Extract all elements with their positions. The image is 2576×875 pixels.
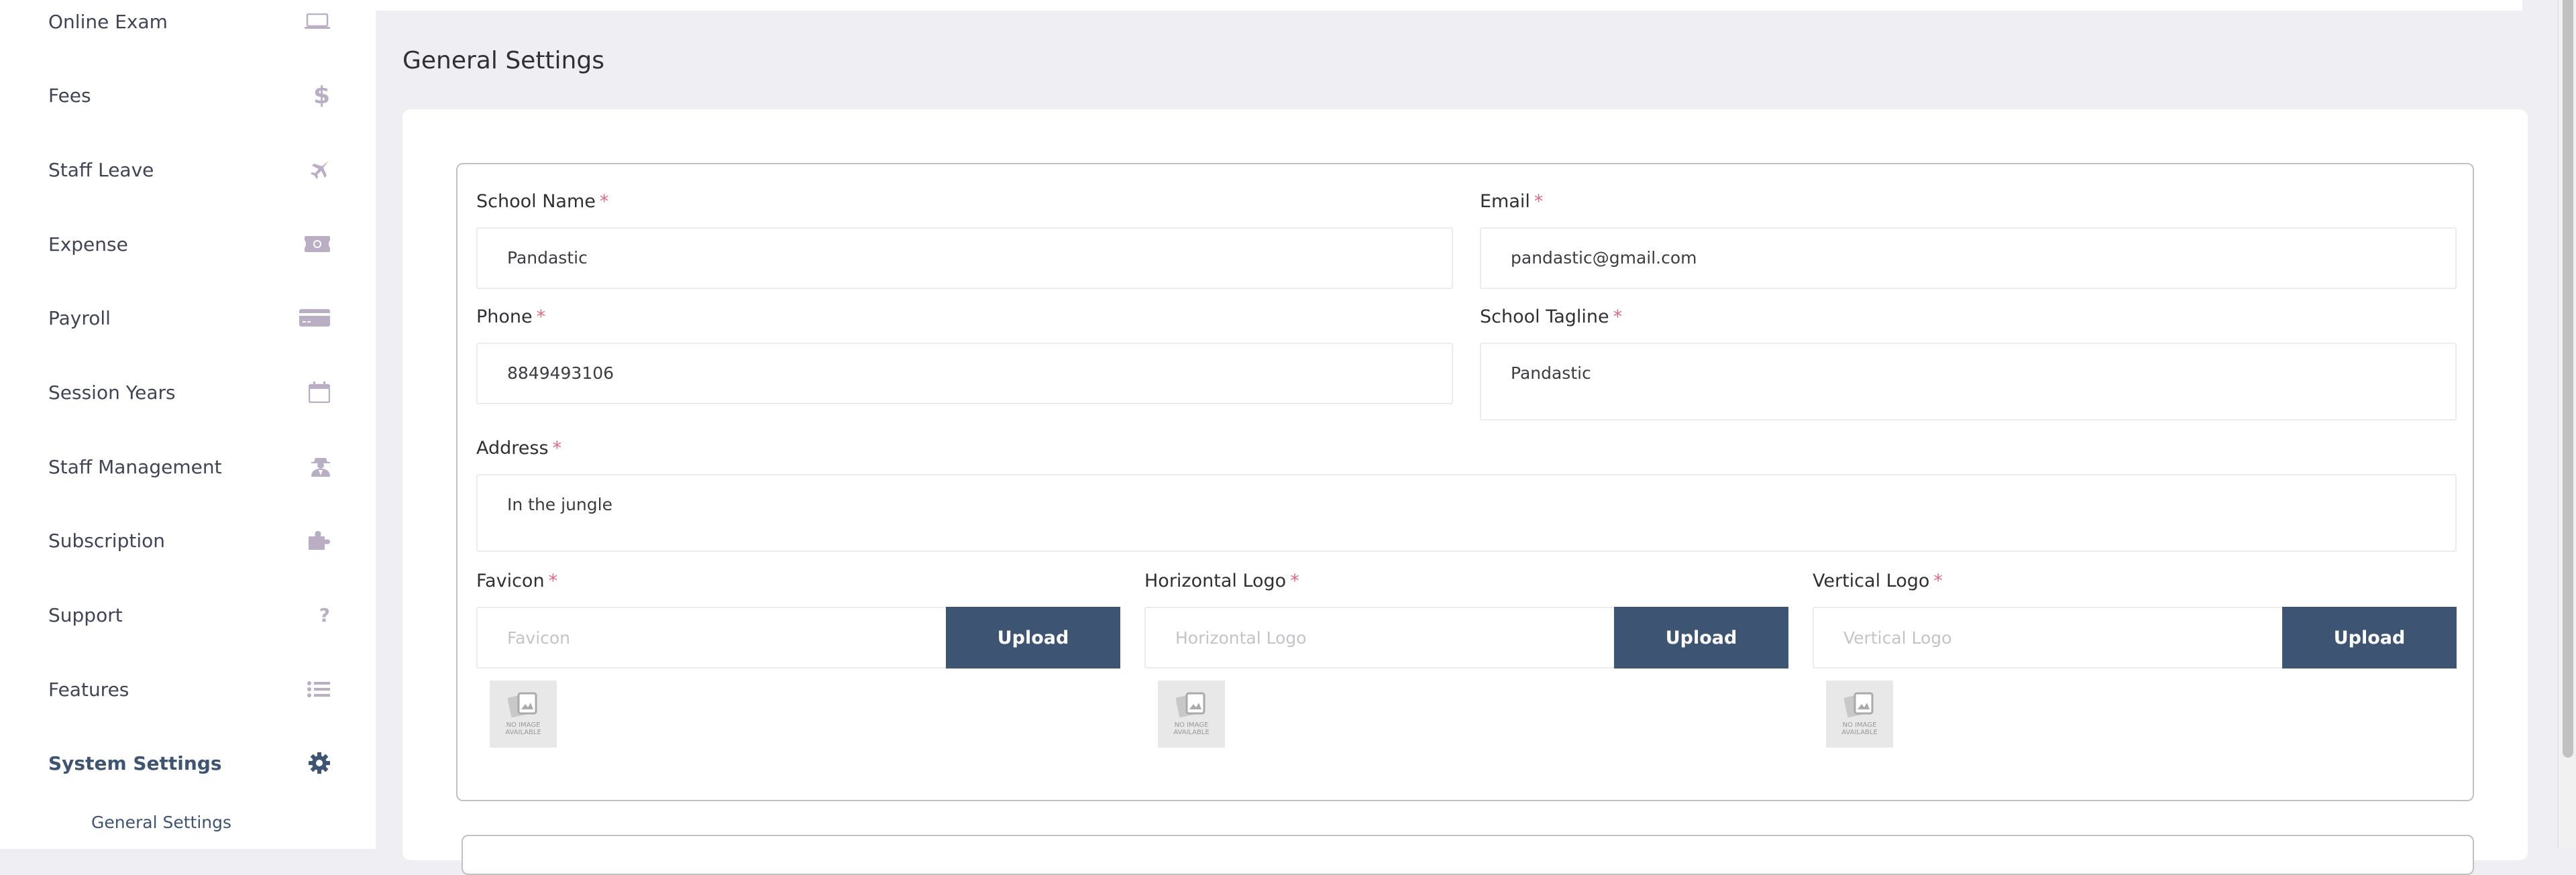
sidebar: Online Exam Fees $ Staff Leave Expense P…: [0, 0, 376, 849]
field-label: School Name *: [476, 191, 609, 212]
sidebar-item-label: Staff Management: [48, 455, 222, 478]
laptop-icon: [298, 8, 330, 35]
scrollbar-thumb[interactable]: [2563, 0, 2573, 758]
required-mark: *: [1290, 571, 1299, 591]
field-label: School Tagline *: [1480, 306, 1623, 327]
sidebar-item-features[interactable]: Features: [48, 669, 330, 709]
required-mark: *: [536, 306, 546, 327]
field-label: Address *: [476, 438, 562, 459]
email-field: Email * pandastic@gmail.com: [1480, 188, 2457, 289]
sidebar-item-staff-management[interactable]: Staff Management: [48, 447, 330, 487]
sidebar-item-online-exam[interactable]: Online Exam: [48, 1, 330, 42]
field-label: Horizontal Logo *: [1144, 571, 1299, 591]
no-image-text: NO IMAGE AVAILABLE: [505, 721, 541, 736]
image-placeholder-icon: [1176, 692, 1205, 717]
list-icon: [298, 676, 330, 703]
top-bar: [376, 0, 2522, 11]
horizontal-logo-field: Horizontal Logo * Horizontal Logo Upload …: [1144, 568, 1788, 748]
favicon-upload-button[interactable]: Upload: [946, 607, 1120, 668]
sidebar-item-payroll[interactable]: Payroll: [48, 298, 330, 338]
phone-field: Phone * 8849493106: [476, 304, 1453, 404]
favicon-input[interactable]: Favicon: [476, 607, 946, 668]
sidebar-item-subscription[interactable]: Subscription: [48, 520, 330, 561]
field-label: Phone *: [476, 306, 546, 327]
sidebar-item-label: Subscription: [48, 529, 165, 552]
sidebar-item-support[interactable]: Support ?: [48, 595, 330, 635]
sidebar-item-system-settings[interactable]: System Settings: [48, 743, 330, 783]
sidebar-item-label: Online Exam: [48, 10, 168, 33]
phone-input[interactable]: 8849493106: [476, 343, 1453, 404]
general-settings-fieldset: School Name * Pandastic Email * pandastic@…: [456, 163, 2474, 801]
vertical-logo-field: Vertical Logo * Vertical Logo Upload NO I…: [1813, 568, 2457, 748]
vertical-logo-preview: NO IMAGE AVAILABLE: [1826, 681, 1893, 748]
school-name-field: School Name * Pandastic: [476, 188, 1453, 289]
email-input[interactable]: pandastic@gmail.com: [1480, 227, 2457, 289]
field-label: Favicon *: [476, 571, 558, 591]
sidebar-item-session-years[interactable]: Session Years: [48, 372, 330, 412]
page-scrollbar[interactable]: [2557, 0, 2576, 849]
credit-card-icon: [298, 304, 330, 331]
dollar-icon: $: [313, 81, 330, 109]
favicon-upload-group: Favicon Upload: [476, 607, 1120, 668]
sidebar-item-label: Payroll: [48, 306, 111, 329]
school-tagline-field: School Tagline * Pandastic: [1480, 304, 2457, 420]
required-mark: *: [548, 571, 558, 591]
sidebar-subitem-general-settings[interactable]: General Settings: [91, 813, 231, 832]
horizontal-logo-preview: NO IMAGE AVAILABLE: [1158, 681, 1225, 748]
school-name-input[interactable]: Pandastic: [476, 227, 1453, 289]
user-secret-icon: [298, 453, 330, 480]
gear-icon: [298, 750, 330, 776]
sidebar-item-label: System Settings: [48, 752, 222, 774]
required-mark: *: [552, 438, 562, 459]
next-fieldset: [462, 835, 2474, 875]
vertical-logo-upload-group: Vertical Logo Upload: [1813, 607, 2457, 668]
sidebar-item-fees[interactable]: Fees $: [48, 75, 330, 115]
image-placeholder-icon: [1844, 692, 1874, 717]
page-title: General Settings: [402, 47, 604, 74]
money-bill-icon: [298, 231, 330, 257]
puzzle-icon: [298, 527, 330, 554]
required-mark: *: [599, 191, 609, 212]
favicon-preview: NO IMAGE AVAILABLE: [490, 681, 557, 748]
horizontal-logo-upload-button[interactable]: Upload: [1614, 607, 1788, 668]
sidebar-item-label: Staff Leave: [48, 158, 154, 181]
required-mark: *: [1933, 571, 1943, 591]
sidebar-item-label: Features: [48, 678, 129, 701]
sidebar-item-label: Session Years: [48, 381, 176, 404]
image-placeholder-icon: [508, 692, 537, 717]
plane-icon: [298, 156, 330, 183]
field-label: Email *: [1480, 191, 1544, 212]
field-label: Vertical Logo *: [1813, 571, 1943, 591]
favicon-field: Favicon * Favicon Upload NO IMAGE AVAILAB…: [476, 568, 1120, 748]
no-image-text: NO IMAGE AVAILABLE: [1173, 721, 1210, 736]
vertical-logo-input[interactable]: Vertical Logo: [1813, 607, 2282, 668]
calendar-icon: [298, 379, 330, 406]
sidebar-item-label: Fees: [48, 84, 91, 107]
vertical-logo-upload-button[interactable]: Upload: [2282, 607, 2457, 668]
horizontal-logo-upload-group: Horizontal Logo Upload: [1144, 607, 1788, 668]
address-field: Address * In the jungle: [476, 435, 2457, 552]
horizontal-logo-input[interactable]: Horizontal Logo: [1144, 607, 1614, 668]
main-content: General Settings School Name * Pandastic …: [376, 0, 2557, 875]
school-tagline-textarea[interactable]: Pandastic: [1480, 343, 2457, 420]
address-textarea[interactable]: In the jungle: [476, 474, 2457, 552]
no-image-text: NO IMAGE AVAILABLE: [1841, 721, 1878, 736]
sidebar-item-staff-leave[interactable]: Staff Leave: [48, 150, 330, 190]
question-icon: ?: [319, 603, 330, 626]
sidebar-item-label: Support: [48, 603, 123, 626]
required-mark: *: [1534, 191, 1544, 212]
required-mark: *: [1613, 306, 1623, 327]
sidebar-item-expense[interactable]: Expense: [48, 224, 330, 264]
sidebar-item-label: Expense: [48, 233, 128, 255]
